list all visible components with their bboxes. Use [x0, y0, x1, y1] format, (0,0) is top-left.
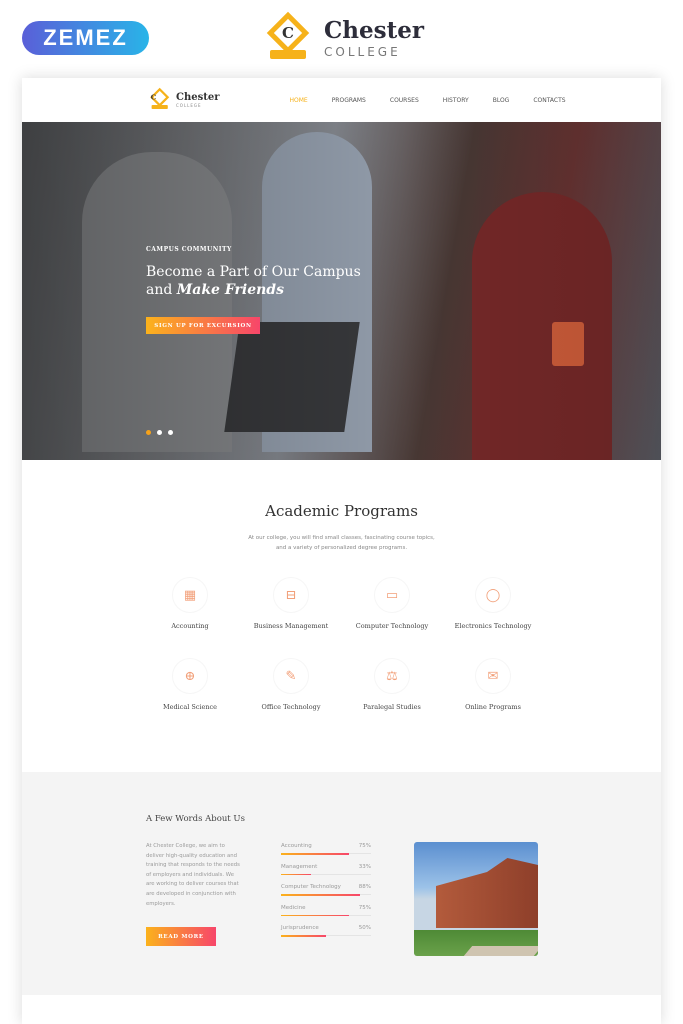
skill-bar: Accounting 75% — [281, 843, 371, 864]
slide-dot[interactable] — [146, 430, 151, 435]
programs-section: Academic Programs At our college, you wi… — [22, 460, 661, 772]
skill-value: 75% — [358, 904, 371, 911]
briefcase-icon: ⊟ — [273, 577, 309, 613]
nav-home[interactable]: HOME — [289, 97, 307, 104]
program-item[interactable]: ✉ Online Programs — [443, 658, 544, 711]
program-item[interactable]: ⊟ Business Management — [241, 577, 342, 630]
program-label: Paralegal Studies — [363, 703, 421, 711]
skill-name: Jurisprudence — [281, 925, 319, 931]
navbar: C Chester COLLEGE HOME PROGRAMS COURSES HIST… — [22, 78, 661, 122]
chip-icon: ◯ — [475, 577, 511, 613]
program-item[interactable]: ▦ Accounting — [140, 577, 241, 630]
about-section: A Few Words About Us At Chester College,… — [22, 772, 661, 995]
slide-dot[interactable] — [168, 430, 173, 435]
program-item[interactable]: ⊕ Medical Science — [140, 658, 241, 711]
program-item[interactable]: ◯ Electronics Technology — [443, 577, 544, 630]
skill-value: 50% — [358, 925, 371, 931]
campus-building-photo — [414, 842, 538, 956]
program-item[interactable]: ⚖ Paralegal Studies — [342, 658, 443, 711]
section-title: Academic Programs — [265, 502, 418, 520]
hero-title: Become a Part of Our Campus and Make Frie… — [146, 264, 361, 298]
skill-bar: Medicine 75% — [281, 905, 371, 926]
computer-icon: ▭ — [374, 577, 410, 613]
program-item[interactable]: ▭ Computer Technology — [342, 577, 443, 630]
brand-logo-large: C Chester COLLEGE — [262, 11, 424, 62]
nav-programs[interactable]: PROGRAMS — [332, 97, 366, 104]
hero-kicker: CAMPUS COMMUNITY — [146, 246, 232, 253]
signup-excursion-button[interactable]: SIGN UP FOR EXCURSION — [146, 317, 260, 334]
skill-name: Computer Technology — [281, 884, 341, 890]
medical-kit-icon: ⊕ — [172, 658, 208, 694]
skill-bar: Computer Technology 88% — [281, 884, 371, 905]
skill-fill — [281, 914, 349, 916]
skill-fill — [281, 873, 311, 875]
program-label: Accounting — [171, 622, 209, 630]
chat-icon: ✉ — [475, 658, 511, 694]
hero-slider: CAMPUS COMMUNITY Become a Part of Our Ca… — [22, 122, 661, 460]
skill-bar: Jurisprudence 50% — [281, 925, 371, 946]
slide-dot[interactable] — [157, 430, 162, 435]
skill-name: Medicine — [281, 904, 306, 911]
program-label: Office Technology — [261, 703, 321, 711]
skill-bar: Management 33% — [281, 864, 371, 885]
skill-fill — [281, 894, 361, 896]
brand-name: Chester — [324, 17, 424, 44]
skill-value: 75% — [358, 843, 371, 849]
about-text: At Chester College, we aim to deliver hi… — [146, 843, 240, 907]
skill-value: 33% — [358, 863, 371, 870]
skill-name: Management — [281, 863, 318, 870]
nav-contacts[interactable]: CONTACTS — [533, 97, 565, 104]
about-title: A Few Words About Us — [146, 814, 245, 824]
nav-logo[interactable]: C Chester COLLEGE — [148, 78, 219, 123]
read-more-button[interactable]: READ MORE — [146, 927, 216, 946]
skill-fill — [281, 935, 326, 937]
program-label: Medical Science — [162, 703, 218, 711]
program-item[interactable]: ✎ Office Technology — [241, 658, 342, 711]
crest-icon: C — [148, 87, 170, 111]
nav-courses[interactable]: COURSES — [390, 97, 419, 104]
section-description: At our college, you will find small clas… — [248, 535, 435, 551]
brand-sub: COLLEGE — [324, 45, 401, 59]
program-label: Business Management — [253, 622, 329, 630]
nav-brand-sub: COLLEGE — [176, 102, 202, 108]
skill-value: 88% — [358, 884, 371, 890]
nav-history[interactable]: HISTORY — [443, 97, 469, 104]
nav-blog[interactable]: BLOG — [493, 97, 510, 104]
program-label: Online Programs — [465, 703, 521, 711]
document-edit-icon: ✎ — [273, 658, 309, 694]
skill-name: Accounting — [281, 843, 312, 849]
site-preview: C Chester COLLEGE HOME PROGRAMS COURSES HIST… — [22, 78, 661, 1024]
skill-fill — [281, 853, 349, 855]
nav-brand-name: Chester — [176, 91, 220, 103]
crest-icon: C — [262, 11, 314, 62]
calculator-icon: ▦ — [172, 577, 208, 613]
slider-dots — [146, 430, 173, 435]
program-label: Computer Technology — [355, 622, 429, 630]
program-label: Electronics Technology — [454, 622, 532, 630]
scales-icon: ⚖ — [374, 658, 410, 694]
zemez-logo: ZEMEZ — [22, 21, 149, 55]
